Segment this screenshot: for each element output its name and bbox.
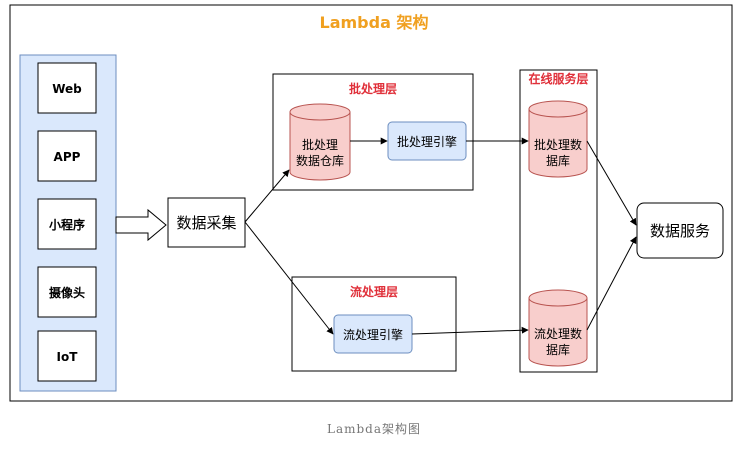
stream-db-cylinder-top <box>528 289 588 307</box>
stream-db-label-line1: 流处理数 <box>534 326 582 341</box>
batch-db-cylinder-top <box>528 100 588 118</box>
stream-db-label-line2: 据库 <box>546 342 570 357</box>
stream-layer-title: 流处理层 <box>350 284 398 299</box>
batch-db-label-line1: 批处理数 <box>534 137 582 152</box>
batch-warehouse-label-line2: 数据仓库 <box>296 153 344 168</box>
source-label-mini-program: 小程序 <box>49 217 85 232</box>
lambda-architecture-diagram: Lambda 架构 Web APP 小程序 摄像头 IoT 数据采集 批处理层 … <box>9 4 733 402</box>
batch-db-label-line2: 据库 <box>546 153 570 168</box>
batch-warehouse-label-line1: 批处理 <box>302 137 338 152</box>
source-label-app: APP <box>54 150 81 164</box>
batch-warehouse-cylinder-top <box>289 103 351 121</box>
batch-layer-title: 批处理层 <box>349 81 397 96</box>
diagram-stage: Lambda 架构 Web APP 小程序 摄像头 IoT 数据采集 批处理层 … <box>0 0 748 453</box>
source-label-camera: 摄像头 <box>49 285 85 300</box>
stream-engine-label: 流处理引擎 <box>343 327 403 342</box>
batch-engine-label: 批处理引擎 <box>397 134 457 149</box>
figure-caption: Lambda架构图 <box>326 422 422 436</box>
data-service-label: 数据服务 <box>650 222 710 240</box>
source-label-iot: IoT <box>57 350 79 364</box>
serving-layer-title: 在线服务层 <box>528 71 588 86</box>
source-label-web: Web <box>52 82 82 96</box>
data-collector-label: 数据采集 <box>176 214 236 232</box>
diagram-title: Lambda 架构 <box>320 13 429 32</box>
